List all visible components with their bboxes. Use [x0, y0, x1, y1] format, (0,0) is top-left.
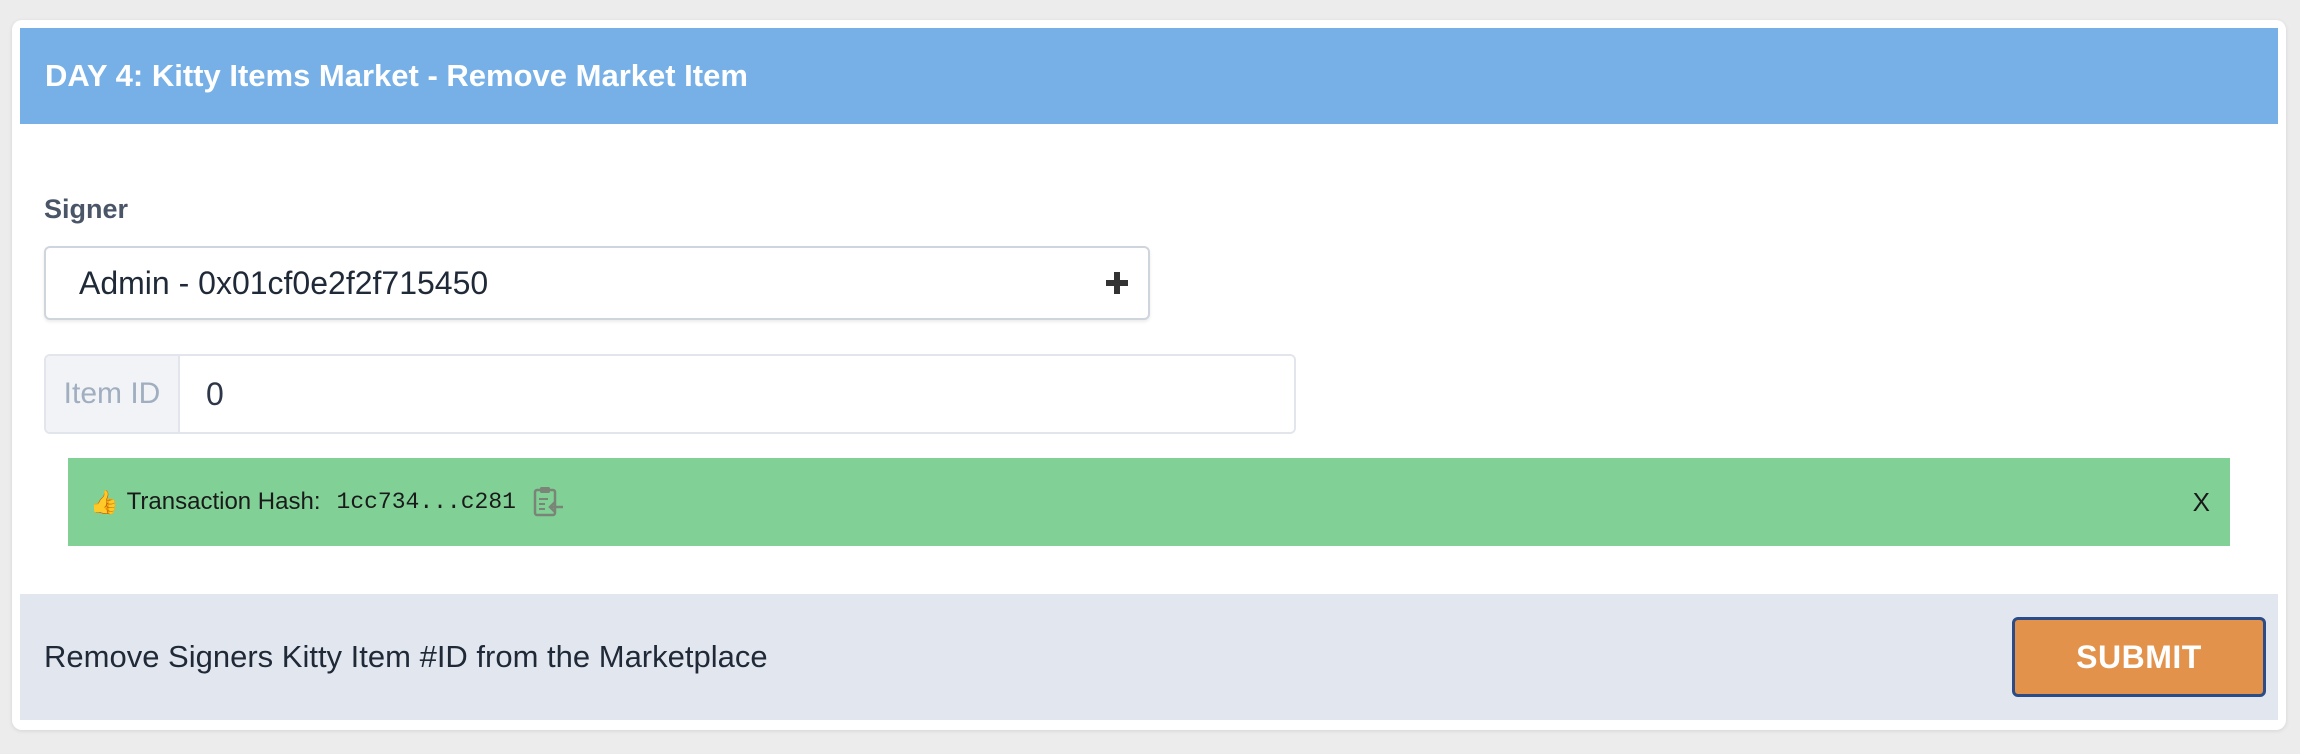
- plus-icon[interactable]: [1106, 272, 1128, 294]
- submit-button[interactable]: SUBMIT: [2012, 617, 2266, 697]
- item-id-addon: Item ID: [46, 356, 180, 432]
- transaction-hash-label: Transaction Hash:: [126, 488, 321, 515]
- signer-selected-value: Admin - 0x01cf0e2f2f715450: [79, 264, 489, 301]
- thumbs-up-icon: 👍: [90, 488, 119, 515]
- item-id-group: Item ID: [44, 354, 1296, 434]
- card-footer: Remove Signers Kitty Item #ID from the M…: [20, 594, 2278, 720]
- signer-label: Signer: [44, 194, 129, 224]
- close-alert-button[interactable]: X: [2193, 487, 2210, 518]
- signer-select[interactable]: Admin - 0x01cf0e2f2f715450: [44, 246, 1150, 320]
- footer-description: Remove Signers Kitty Item #ID from the M…: [44, 639, 768, 674]
- clipboard-icon[interactable]: [530, 485, 564, 519]
- transaction-alert: 👍 Transaction Hash: 1cc734...c281 X: [68, 458, 2230, 546]
- card-header: DAY 4: Kitty Items Market - Remove Marke…: [20, 28, 2278, 124]
- card-title: DAY 4: Kitty Items Market - Remove Marke…: [45, 58, 748, 93]
- transaction-card: DAY 4: Kitty Items Market - Remove Marke…: [12, 20, 2286, 730]
- transaction-hash-value: 1cc734...c281: [336, 489, 516, 515]
- item-id-input[interactable]: [180, 356, 1294, 432]
